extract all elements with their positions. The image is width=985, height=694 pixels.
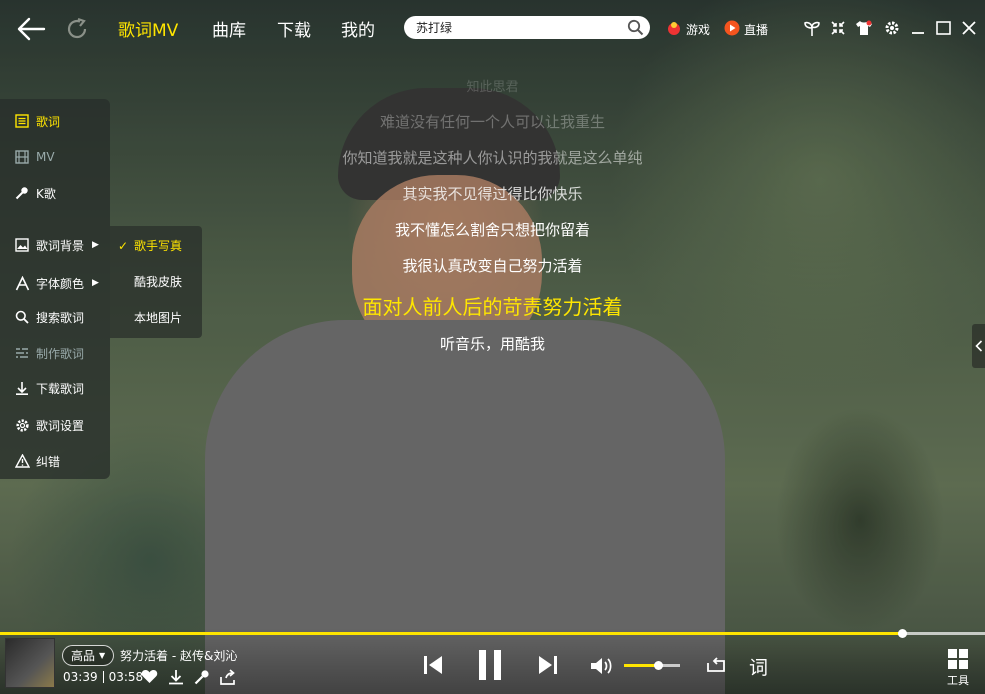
search-box	[404, 16, 650, 39]
player-bar: 高品 ▼ 努力活着 - 赵传&刘沁 03:39 03:58 词	[0, 628, 985, 694]
chevron-down-icon: ▼	[99, 651, 106, 660]
skin-icon[interactable]	[855, 19, 873, 37]
lyric-line-faded: 知此思君	[466, 80, 519, 95]
previous-button[interactable]	[422, 654, 444, 676]
next-button[interactable]	[537, 654, 559, 676]
download-icon	[14, 380, 30, 396]
song-title[interactable]: 努力活着 - 赵传&刘沁	[120, 647, 237, 664]
progress-handle[interactable]	[898, 629, 908, 638]
tools-button[interactable]	[947, 648, 969, 670]
shrink-icon[interactable]	[829, 19, 847, 37]
heart-icon	[141, 670, 158, 683]
settings-icon[interactable]	[883, 19, 901, 37]
sidebar-item-make-lyrics[interactable]: 制作歌词	[14, 343, 84, 363]
game-icon	[666, 20, 682, 39]
sidebar-item-lyrics-settings[interactable]: 歌词设置	[14, 415, 84, 435]
album-cover[interactable]	[5, 638, 55, 688]
submenu-item-kuwo-skin[interactable]: 酷我皮肤	[118, 273, 182, 290]
previous-icon	[424, 656, 442, 674]
collapse-panel-button[interactable]	[972, 324, 985, 368]
refresh-icon	[67, 17, 87, 39]
lyrics-toggle-button[interactable]: 词	[749, 653, 768, 680]
grid-icon	[948, 649, 968, 669]
tab-mine[interactable]: 我的	[341, 16, 375, 41]
gear-icon	[14, 417, 30, 433]
tab-library[interactable]: 曲库	[212, 16, 246, 41]
back-button[interactable]	[14, 12, 48, 46]
share-icon	[220, 669, 235, 685]
download-icon	[169, 670, 183, 685]
share-button[interactable]	[219, 669, 237, 685]
sidebar-item-search-lyrics[interactable]: 搜索歌词	[14, 307, 84, 327]
film-icon	[14, 149, 30, 165]
next-icon	[539, 656, 557, 674]
download-song-button[interactable]	[168, 669, 184, 685]
like-button[interactable]	[141, 669, 158, 684]
pause-icon	[479, 650, 501, 680]
submenu-item-local-image[interactable]: 本地图片	[118, 309, 182, 326]
font-icon	[14, 275, 30, 291]
chevron-right-icon: ▶	[92, 240, 99, 250]
warning-icon	[14, 453, 30, 469]
sidebar-item-lyrics[interactable]: 歌词	[14, 111, 60, 131]
sprout-icon[interactable]	[803, 19, 821, 37]
progress-bar[interactable]	[0, 629, 985, 638]
live-play-icon	[724, 20, 740, 39]
lyric-line: 你知道我就是这种人你认识的我就是这么单纯	[342, 149, 643, 167]
elapsed-time: 03:39	[63, 670, 98, 684]
image-icon	[14, 237, 30, 253]
play-mode-button[interactable]	[704, 657, 728, 675]
lyric-line: 其实我不见得过得比你快乐	[402, 185, 583, 203]
sidebar-item-mv[interactable]: MV	[14, 147, 55, 167]
microphone-icon	[194, 670, 209, 685]
close-icon[interactable]	[960, 19, 978, 37]
search-icon[interactable]	[627, 19, 644, 40]
checkmark-icon: ✓	[118, 238, 129, 253]
search-icon	[14, 309, 30, 325]
lyrics-icon	[14, 113, 30, 129]
progress-fill	[0, 632, 903, 635]
volume-icon	[591, 658, 612, 674]
volume-slider[interactable]	[624, 661, 680, 670]
lyric-line: 难道没有任何一个人可以让我重生	[379, 113, 605, 131]
tab-download[interactable]: 下载	[277, 16, 311, 41]
pause-button[interactable]	[476, 649, 504, 681]
karaoke-button[interactable]	[194, 669, 210, 685]
quality-dropdown[interactable]: 高品 ▼	[62, 645, 115, 666]
back-arrow-icon	[17, 17, 46, 41]
chevron-left-icon	[974, 340, 982, 352]
loop-icon	[707, 657, 725, 672]
submenu-item-singer-photo[interactable]: ✓ 歌手写真	[118, 237, 182, 254]
tools-label: 工具	[947, 674, 969, 687]
total-time: 03:58	[108, 670, 144, 684]
sidebar-item-karaoke[interactable]: K歌	[14, 183, 56, 203]
volume-fill	[624, 664, 658, 667]
minimize-icon[interactable]	[909, 19, 927, 37]
refresh-button[interactable]	[60, 12, 94, 46]
live-link[interactable]: 直播	[724, 20, 768, 39]
sidebar-item-download-lyrics[interactable]: 下载歌词	[14, 378, 84, 398]
sidebar-item-font-color[interactable]: 字体颜色 ▶	[14, 273, 99, 293]
edit-lyrics-icon	[14, 345, 30, 361]
maximize-icon[interactable]	[934, 19, 952, 37]
volume-handle[interactable]	[653, 661, 663, 670]
sidebar-item-lyrics-background[interactable]: 歌词背景 ▶	[14, 235, 99, 255]
time-display: 03:39 03:58	[63, 670, 143, 684]
search-input[interactable]	[416, 20, 616, 35]
top-bar: 歌词MV 曲库 下载 我的 游戏 直播	[0, 0, 985, 56]
tab-lyrics-mv[interactable]: 歌词MV	[118, 16, 178, 41]
game-link[interactable]: 游戏	[666, 20, 710, 39]
microphone-icon	[14, 185, 30, 201]
volume-button[interactable]	[590, 656, 614, 676]
chevron-right-icon: ▶	[92, 278, 99, 288]
sidebar-item-report-error[interactable]: 纠错	[14, 451, 60, 471]
